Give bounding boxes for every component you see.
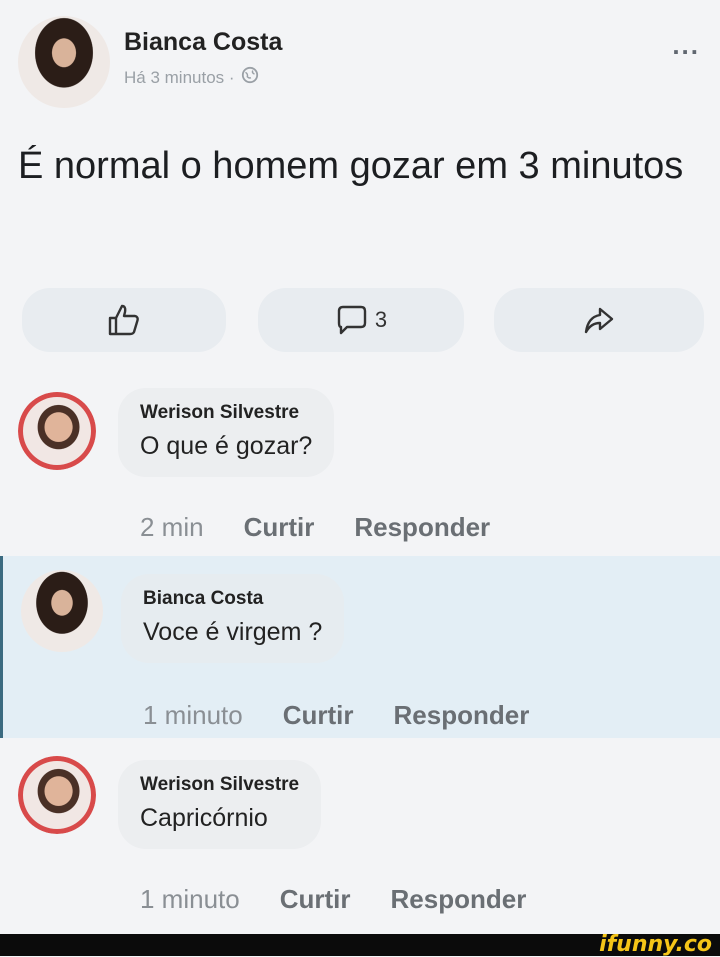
commenter-avatar[interactable] [18, 756, 96, 834]
author-avatar[interactable] [18, 16, 110, 108]
watermark-bar: ifunny.co [0, 932, 720, 957]
commenter-name[interactable]: Werison Silvestre [140, 402, 312, 424]
comment-item-highlighted: Bianca Costa Voce é virgem ? 1 minuto Cu… [0, 556, 720, 738]
comment-count: 3 [374, 307, 388, 332]
comment-actions: 1 minuto Curtir Responder [143, 700, 529, 731]
commenter-avatar[interactable] [21, 570, 103, 652]
post-author-name[interactable]: Bianca Costa [124, 28, 282, 57]
comment-time[interactable]: 2 min [140, 512, 204, 543]
commenter-name[interactable]: Werison Silvestre [140, 774, 299, 796]
ifunny-watermark: ifunny.co [599, 932, 712, 957]
commenter-name[interactable]: Bianca Costa [143, 588, 322, 610]
post-header: Bianca Costa Há 3 minutos · ... [0, 0, 720, 120]
comment-like-button[interactable]: Curtir [280, 884, 351, 915]
comment-reply-button[interactable]: Responder [391, 884, 527, 915]
comment-reply-button[interactable]: Responder [354, 512, 490, 543]
more-options-button[interactable]: ... [672, 30, 700, 61]
comment-text: Voce é virgem ? [143, 618, 323, 646]
comment-like-button[interactable]: Curtir [244, 512, 315, 543]
share-icon [582, 303, 616, 337]
comment-actions: 2 min Curtir Responder [140, 512, 490, 543]
comment-actions: 1 minuto Curtir Responder [140, 884, 526, 915]
comment-time[interactable]: 1 minuto [143, 700, 243, 731]
comment-item: Werison Silvestre O que é gozar? 2 min C… [0, 380, 720, 550]
like-button[interactable] [22, 288, 226, 352]
comment-bubble: Werison Silvestre O que é gozar? [118, 388, 335, 477]
post-text: É normal o homem gozar em 3 minutos [18, 145, 684, 187]
thumbs-up-icon [106, 302, 142, 338]
comment-bubble: Werison Silvestre Capricórnio [118, 760, 322, 849]
post-meta: Há 3 minutos · [124, 66, 259, 89]
comment-text: O que é gozar? [140, 432, 313, 460]
comment-button[interactable]: 3 [258, 288, 464, 352]
comment-text: Capricórnio [140, 804, 268, 832]
commenter-avatar[interactable] [18, 392, 96, 470]
post-time[interactable]: Há 3 minutos · [124, 68, 235, 88]
share-button[interactable] [494, 288, 704, 352]
comment-bubble: Bianca Costa Voce é virgem ? [121, 574, 345, 663]
comment-icon [335, 303, 369, 337]
comment-like-button[interactable]: Curtir [283, 700, 354, 731]
comment-item: Werison Silvestre Capricórnio 1 minuto C… [0, 748, 720, 928]
globe-icon [241, 66, 259, 89]
comment-reply-button[interactable]: Responder [394, 700, 530, 731]
comment-time[interactable]: 1 minuto [140, 884, 240, 915]
